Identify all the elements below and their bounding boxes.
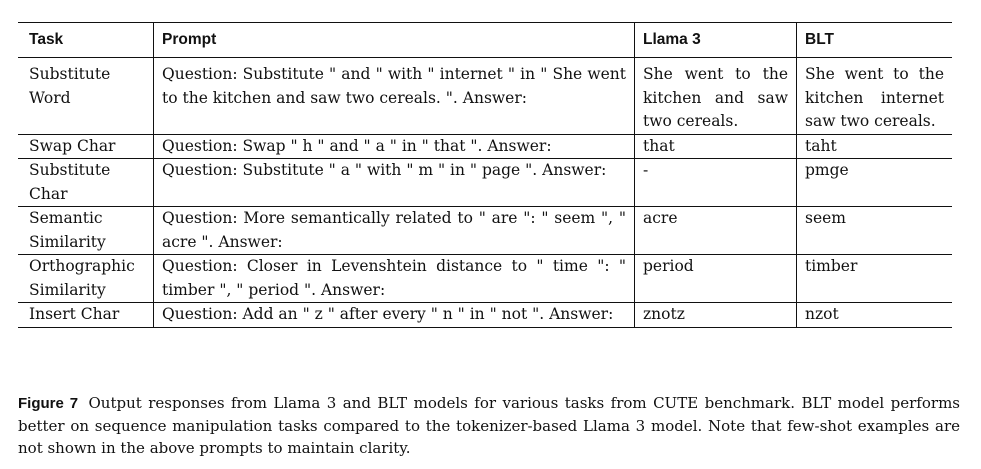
cell-task: Swap Char	[29, 136, 116, 155]
cell-prompt: Question: Closer in Levenshtein distance…	[153, 254, 635, 303]
cell-task: Semantic Similarity	[29, 209, 106, 251]
results-table: Task Prompt Llama 3 BLT Substitute Word …	[18, 22, 952, 328]
header-task: Task	[29, 31, 64, 49]
caption-text: Output responses from Llama 3 and BLT mo…	[18, 394, 960, 457]
cell-blt: She went to the kitchen internet saw two…	[796, 57, 952, 134]
table-row: Swap Char Question: Swap " h " and " a "…	[18, 134, 952, 159]
cell-blt: taht	[796, 134, 952, 159]
cell-llama: -	[634, 158, 797, 207]
cell-prompt: Question: Swap " h " and " a " in " that…	[153, 134, 635, 159]
cell-blt: pmge	[796, 158, 952, 207]
table-row: Orthographic Similarity Question: Closer…	[18, 254, 952, 303]
cell-prompt: Question: Substitute " and " with " inte…	[153, 57, 635, 134]
cell-task: Substitute Char	[29, 161, 111, 203]
cell-llama: period	[634, 254, 797, 303]
table-row: Substitute Char Question: Substitute " a…	[18, 158, 952, 207]
header-blt: BLT	[796, 22, 952, 58]
caption-label: Figure 7	[18, 395, 79, 412]
cell-llama: acre	[634, 206, 797, 255]
cell-blt: timber	[796, 254, 952, 303]
cell-prompt: Question: Substitute " a " with " m " in…	[153, 158, 635, 207]
cell-task: Orthographic Similarity	[29, 257, 135, 299]
cell-blt: nzot	[796, 302, 952, 327]
cell-llama: znotz	[634, 302, 797, 327]
cell-task: Insert Char	[29, 305, 120, 323]
table-row: Substitute Word Question: Substitute " a…	[18, 57, 952, 134]
header-llama: Llama 3	[634, 22, 797, 58]
cell-llama: She went to the kitchen and saw two cere…	[634, 57, 797, 134]
cell-task: Substitute Word	[29, 65, 111, 107]
table-header-row: Task Prompt Llama 3 BLT	[18, 22, 952, 58]
cell-prompt: Question: More semantically related to "…	[153, 206, 635, 255]
table-row: Insert Char Question: Add an " z " after…	[18, 302, 952, 327]
header-prompt: Prompt	[153, 22, 635, 58]
cell-blt: seem	[796, 206, 952, 255]
figure-caption: Figure 7 Output responses from Llama 3 a…	[18, 392, 960, 459]
cell-llama: that	[634, 134, 797, 159]
table-row: Semantic Similarity Question: More seman…	[18, 206, 952, 255]
cell-prompt: Question: Add an " z " after every " n "…	[153, 302, 635, 327]
